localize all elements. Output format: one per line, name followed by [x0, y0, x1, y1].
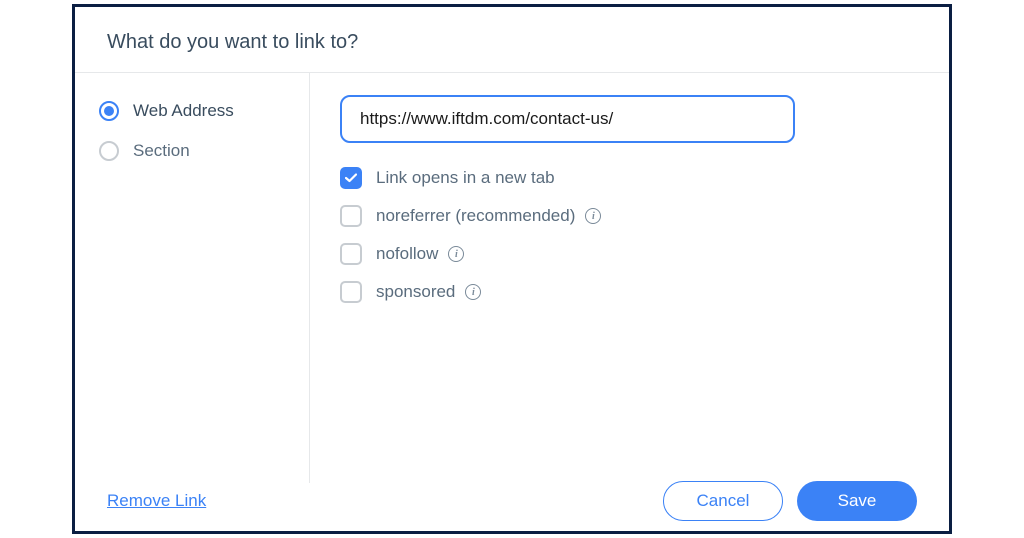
- checkbox-indicator-nofollow: [340, 243, 362, 265]
- radio-label-web-address: Web Address: [133, 101, 234, 121]
- cancel-button[interactable]: Cancel: [663, 481, 783, 521]
- radio-label-section: Section: [133, 141, 190, 161]
- save-button[interactable]: Save: [797, 481, 917, 521]
- checkbox-indicator-sponsored: [340, 281, 362, 303]
- dialog-header: What do you want to link to?: [75, 7, 949, 73]
- info-icon[interactable]: i: [448, 246, 464, 262]
- radio-section[interactable]: Section: [99, 141, 289, 161]
- checkbox-label-nofollow: nofollow: [376, 244, 438, 264]
- checkbox-nofollow[interactable]: nofollow i: [340, 243, 919, 265]
- checkbox-sponsored[interactable]: sponsored i: [340, 281, 919, 303]
- checkbox-noreferrer[interactable]: noreferrer (recommended) i: [340, 205, 919, 227]
- dialog-body: Web Address Section Link opens: [75, 73, 949, 483]
- url-input[interactable]: [340, 95, 795, 143]
- link-settings-panel: Link opens in a new tab noreferrer (reco…: [310, 73, 949, 483]
- dialog-title: What do you want to link to?: [107, 31, 917, 54]
- radio-indicator-web-address: [99, 101, 119, 121]
- link-type-sidebar: Web Address Section: [75, 73, 310, 483]
- dialog-footer: Remove Link Cancel Save: [75, 483, 949, 531]
- info-icon[interactable]: i: [585, 208, 601, 224]
- info-icon[interactable]: i: [465, 284, 481, 300]
- checkbox-indicator-new-tab: [340, 167, 362, 189]
- radio-indicator-section: [99, 141, 119, 161]
- remove-link-button[interactable]: Remove Link: [107, 491, 206, 511]
- checkbox-indicator-noreferrer: [340, 205, 362, 227]
- checkbox-label-sponsored: sponsored: [376, 282, 455, 302]
- link-dialog: What do you want to link to? Web Address…: [72, 4, 952, 534]
- check-icon: [345, 173, 357, 183]
- checkbox-label-noreferrer: noreferrer (recommended): [376, 206, 575, 226]
- checkbox-label-new-tab: Link opens in a new tab: [376, 168, 555, 188]
- link-options-group: Link opens in a new tab noreferrer (reco…: [340, 167, 919, 303]
- radio-web-address[interactable]: Web Address: [99, 101, 289, 121]
- checkbox-new-tab[interactable]: Link opens in a new tab: [340, 167, 919, 189]
